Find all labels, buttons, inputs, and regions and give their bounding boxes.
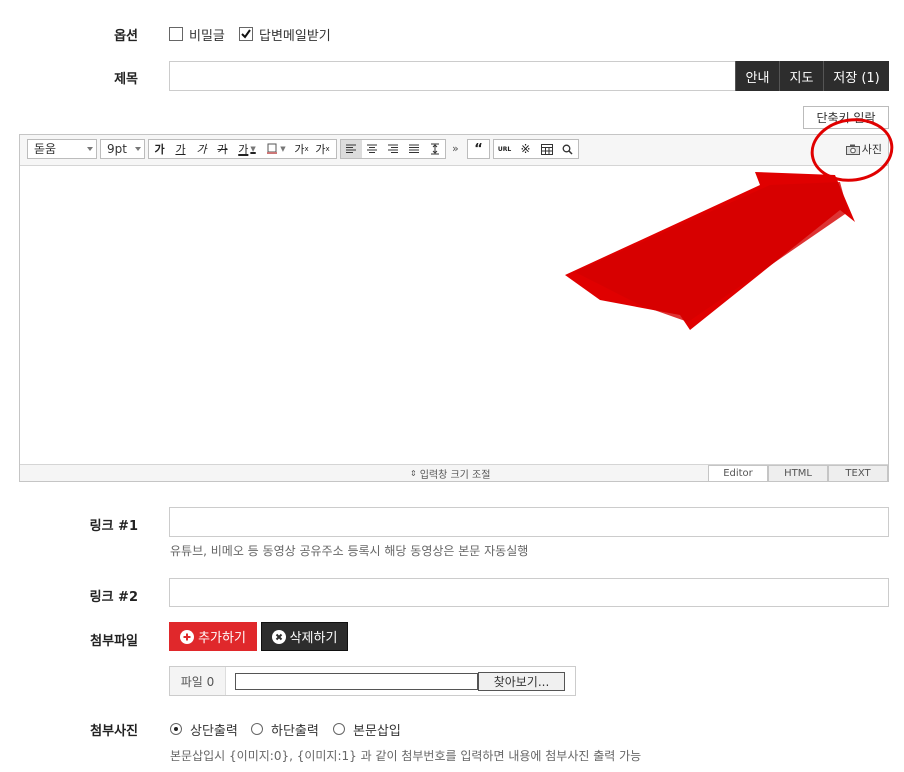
chevron-down-icon <box>135 147 141 151</box>
table-icon <box>540 143 553 155</box>
radio-inline-insert-label: 본문삽입 <box>353 724 401 739</box>
subscript-glyph: 가 <box>315 143 326 156</box>
guide-button[interactable]: 안내 <box>735 61 779 91</box>
tab-html[interactable]: HTML <box>768 465 828 481</box>
align-center-icon <box>367 144 378 153</box>
attach-file-label: 첨부파일 <box>90 634 138 649</box>
link1-label: 링크 #1 <box>89 519 138 534</box>
bold-button[interactable]: 가 <box>149 140 170 158</box>
plus-circle-icon <box>180 629 195 644</box>
photo-upload-button[interactable]: 사진 <box>845 139 882 159</box>
reply-mail-label: 답변메일받기 <box>259 29 331 44</box>
file-index-label: 파일 0 <box>170 667 226 695</box>
save-button[interactable]: 저장 (1) <box>823 61 889 91</box>
editor-footer: ⇕ 입력창 크기 조절 Editor HTML TEXT <box>20 464 888 481</box>
italic-glyph: 가 <box>196 143 207 156</box>
chevron-down-icon <box>87 147 93 151</box>
strikethrough-button[interactable]: 가 <box>212 140 233 158</box>
blockquote-button[interactable]: “ <box>468 140 489 158</box>
highlighter-icon <box>267 143 278 154</box>
more-tools-icon[interactable]: » <box>452 142 459 155</box>
underline-glyph: 가 <box>175 143 186 156</box>
align-justify-button[interactable] <box>403 140 424 158</box>
add-file-label: 추가하기 <box>198 631 246 646</box>
options-label: 옵션 <box>114 29 138 44</box>
shortcut-list-button[interactable]: 단축키 일람 <box>803 106 889 129</box>
delete-file-label: 삭제하기 <box>289 631 338 646</box>
align-center-button[interactable] <box>362 140 383 158</box>
resize-handle[interactable]: ⇕ 입력창 크기 조절 <box>410 466 490 481</box>
align-justify-icon <box>408 144 419 153</box>
checkmark-icon <box>241 29 251 39</box>
attach-photo-help: 본문삽입시 {이미지:0}, {이미지:1} 과 같이 첨부번호를 입력하면 내… <box>170 749 642 763</box>
editor-content-area[interactable] <box>20 166 888 465</box>
superscript-button[interactable]: 가x <box>291 140 312 158</box>
browse-button[interactable]: 찾아보기... <box>478 672 565 691</box>
insert-group: URL ※ <box>493 139 579 159</box>
radio-bottom-output-label: 하단출력 <box>271 724 319 739</box>
secret-label: 비밀글 <box>189 29 225 44</box>
subject-label: 제목 <box>114 72 138 87</box>
tab-text[interactable]: TEXT <box>828 465 888 481</box>
url-button[interactable]: URL <box>494 140 515 158</box>
font-family-value: 돋움 <box>34 142 57 156</box>
align-right-icon <box>387 144 398 153</box>
resize-label: 입력창 크기 조절 <box>419 470 491 481</box>
radio-top-output-label: 상단출력 <box>190 724 238 739</box>
search-button[interactable] <box>557 140 578 158</box>
font-family-select[interactable]: 돋움 <box>27 139 97 159</box>
font-size-select[interactable]: 9pt <box>100 139 145 159</box>
alignment-group <box>340 139 446 159</box>
file-row: 파일 0 찾아보기... <box>169 666 576 696</box>
radio-top-output[interactable] <box>170 723 182 735</box>
reply-mail-checkbox[interactable] <box>239 27 253 41</box>
line-height-button[interactable] <box>424 140 445 158</box>
subscript-button[interactable]: 가x <box>312 140 333 158</box>
camera-icon <box>845 144 860 155</box>
link1-help: 유튜브, 비메오 등 동영상 공유주소 등록시 해당 동영상은 본문 자동실행 <box>170 544 529 558</box>
add-file-button[interactable]: 추가하기 <box>169 622 257 651</box>
link2-label: 링크 #2 <box>89 590 138 605</box>
file-path-input[interactable] <box>235 673 478 690</box>
tab-editor[interactable]: Editor <box>708 465 768 481</box>
strike-glyph: 가 <box>217 143 228 156</box>
italic-button[interactable]: 가 <box>191 140 212 158</box>
font-color-button[interactable]: 가 ▼ <box>233 140 261 158</box>
radio-bottom-output[interactable] <box>251 723 263 735</box>
special-char-button[interactable]: ※ <box>515 140 536 158</box>
editor-toolbar: 돋움 9pt 가 가 가 가 가 ▼ ▼ 가x 가x » “ URL ※ 사진 <box>20 135 888 166</box>
link2-input[interactable] <box>169 578 889 607</box>
map-button[interactable]: 지도 <box>779 61 823 91</box>
align-left-button[interactable] <box>341 140 362 158</box>
quote-group: “ <box>467 139 490 159</box>
superscript-glyph: 가 <box>294 143 305 156</box>
attach-photo-label: 첨부사진 <box>90 724 138 739</box>
table-button[interactable] <box>536 140 557 158</box>
line-height-icon <box>430 143 439 155</box>
delete-file-button[interactable]: 삭제하기 <box>261 622 348 651</box>
secret-checkbox[interactable] <box>169 27 183 41</box>
x-circle-icon <box>271 629 286 644</box>
photo-button-label: 사진 <box>861 143 882 156</box>
highlight-color-button[interactable]: ▼ <box>261 140 291 158</box>
link1-input[interactable] <box>169 507 889 537</box>
subject-input[interactable] <box>169 61 736 91</box>
resize-arrows-icon: ⇕ <box>410 469 417 478</box>
underline-button[interactable]: 가 <box>170 140 191 158</box>
search-icon <box>562 144 573 155</box>
bold-glyph: 가 <box>154 143 165 156</box>
url-glyph: URL <box>497 145 512 153</box>
align-left-icon <box>346 144 357 153</box>
font-size-value: 9pt <box>107 142 127 156</box>
radio-inline-insert[interactable] <box>333 723 345 735</box>
text-format-group: 가 가 가 가 가 ▼ ▼ 가x 가x <box>148 139 337 159</box>
align-right-button[interactable] <box>383 140 404 158</box>
rich-text-editor: 돋움 9pt 가 가 가 가 가 ▼ ▼ 가x 가x » “ URL ※ 사진 … <box>19 134 889 482</box>
font-color-glyph: 가 <box>238 143 249 156</box>
